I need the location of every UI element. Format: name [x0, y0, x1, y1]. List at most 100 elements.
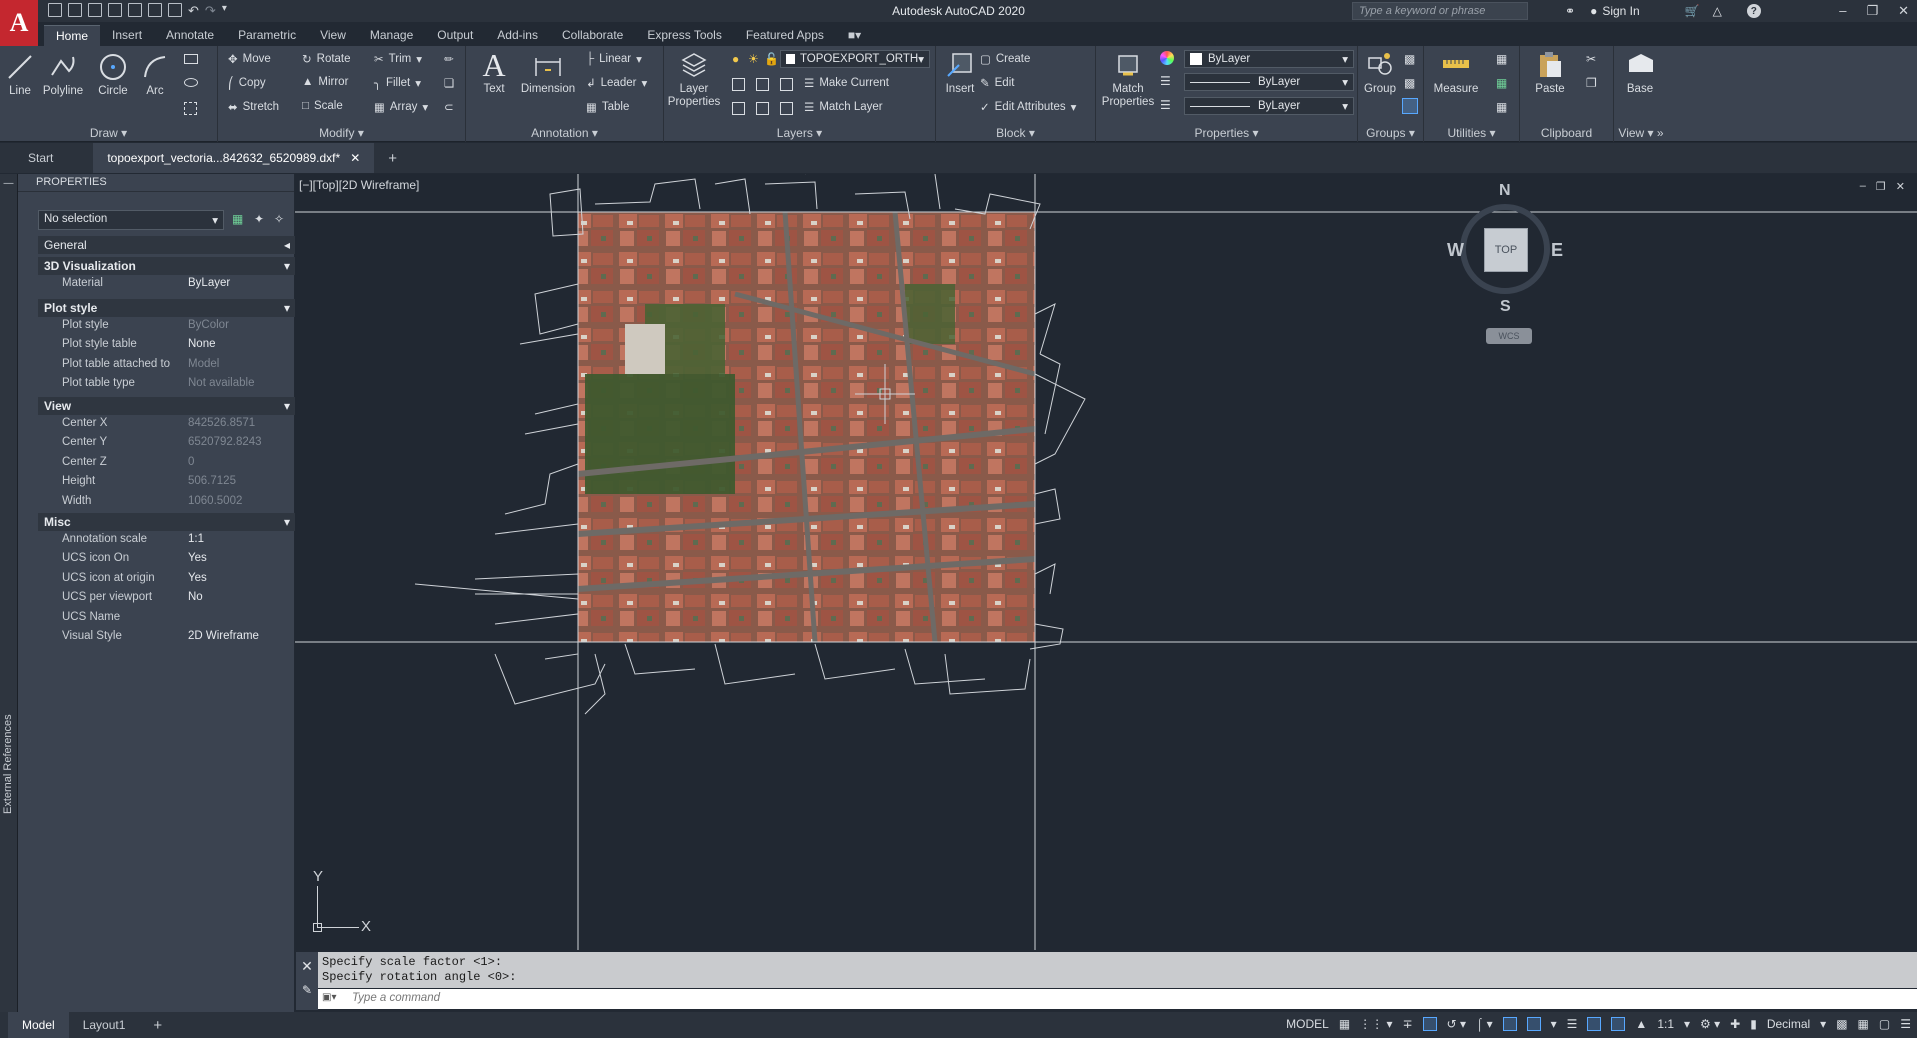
- snap-mode-icon[interactable]: ⋮⋮ ▾: [1359, 1017, 1392, 1031]
- annotation-visibility-icon[interactable]: [1587, 1017, 1602, 1031]
- layer-tool-3-icon[interactable]: [780, 78, 793, 91]
- viewcube-west-label[interactable]: W: [1447, 240, 1464, 261]
- array-button[interactable]: ▦ Array ▾: [374, 100, 428, 114]
- leader-button[interactable]: ↲ Leader ▾: [586, 76, 647, 90]
- move-button[interactable]: ✥ Move: [228, 52, 271, 66]
- scale-button[interactable]: □ Scale: [302, 100, 343, 112]
- infer-constraints-icon[interactable]: ∓: [1403, 1017, 1413, 1031]
- polyline-button[interactable]: Polyline: [40, 52, 86, 98]
- group-button[interactable]: Group: [1362, 50, 1398, 96]
- quick-calc-icon[interactable]: ▦: [1496, 52, 1507, 66]
- save-as-icon[interactable]: [108, 3, 122, 17]
- create-block-button[interactable]: ▢ Create: [980, 52, 1030, 66]
- tab-view[interactable]: View: [308, 25, 358, 45]
- arc-button[interactable]: Arc: [140, 52, 170, 98]
- clean-screen-icon[interactable]: ▢: [1879, 1017, 1890, 1031]
- property-row[interactable]: Visual Style 2D Wireframe: [38, 628, 296, 647]
- units-icon[interactable]: ▮: [1750, 1017, 1757, 1031]
- object-snap-icon[interactable]: [1526, 1017, 1541, 1031]
- units-value[interactable]: Decimal: [1767, 1017, 1810, 1031]
- draw-panel-title[interactable]: Draw ▾: [0, 126, 217, 140]
- model-space-button[interactable]: MODEL: [1286, 1017, 1329, 1031]
- ellipse-icon[interactable]: [184, 78, 198, 87]
- layer-tool-4-icon[interactable]: [732, 102, 745, 115]
- tab-manage[interactable]: Manage: [358, 25, 425, 45]
- layers-panel-title[interactable]: Layers ▾: [664, 126, 935, 140]
- rectangle-icon[interactable]: [184, 54, 198, 64]
- select-all-icon[interactable]: ▦: [1496, 76, 1507, 90]
- section-misc[interactable]: Misc ▾: [38, 513, 296, 531]
- mirror-button[interactable]: ▲ Mirror: [302, 76, 348, 88]
- fillet-button[interactable]: ╮ Fillet ▾: [374, 76, 421, 90]
- hatch-icon[interactable]: [184, 102, 197, 115]
- tab-express-tools[interactable]: Express Tools: [635, 25, 733, 45]
- explode-button[interactable]: ❏: [444, 76, 454, 90]
- property-row[interactable]: Plot style table None: [38, 336, 296, 355]
- layer-lock-icon[interactable]: 🔓: [764, 52, 779, 66]
- close-tab-icon[interactable]: ✕: [350, 151, 360, 165]
- lineweight-toggle-icon[interactable]: ☰: [1567, 1017, 1578, 1031]
- lineweight-dropdown[interactable]: ByLayer ▾: [1184, 97, 1354, 115]
- id-point-icon[interactable]: ▦: [1496, 100, 1507, 114]
- layer-freeze-icon[interactable]: ☀: [748, 52, 759, 66]
- block-panel-title[interactable]: Block ▾: [936, 126, 1095, 140]
- undo-icon[interactable]: ↶: [188, 3, 199, 19]
- layer-dropdown[interactable]: TOPOEXPORT_ORTH ▾: [780, 50, 930, 68]
- measure-button[interactable]: Measure: [1430, 50, 1482, 96]
- sign-in-button[interactable]: ⚭ ● Sign In 🛒 △ ?: [1565, 4, 1761, 18]
- application-menu-button[interactable]: A: [0, 0, 38, 46]
- tab-parametric[interactable]: Parametric: [226, 25, 308, 45]
- linear-button[interactable]: ├ Linear ▾: [586, 52, 642, 66]
- auto-scale-icon[interactable]: [1611, 1017, 1626, 1031]
- tab-layout1[interactable]: Layout1: [69, 1012, 140, 1038]
- tab-home[interactable]: Home: [44, 24, 101, 46]
- tab-model[interactable]: Model: [8, 1012, 69, 1038]
- circle-button[interactable]: Circle: [94, 52, 132, 98]
- stretch-button[interactable]: ⬌ Stretch: [228, 100, 279, 114]
- customization-menu-icon[interactable]: ☰: [1900, 1017, 1911, 1031]
- new-file-icon[interactable]: [48, 3, 62, 17]
- restore-icon[interactable]: ❐: [1866, 3, 1878, 19]
- help-icon[interactable]: ?: [1746, 4, 1761, 18]
- match-properties-button[interactable]: Match Properties: [1100, 50, 1156, 109]
- quick-properties-icon[interactable]: ▩: [1836, 1017, 1847, 1031]
- edit-attributes-button[interactable]: ✓ Edit Attributes ▾: [980, 100, 1076, 114]
- tab-add-ins[interactable]: Add-ins: [485, 25, 550, 45]
- select-objects-icon[interactable]: ✦: [254, 212, 264, 226]
- section-view[interactable]: View ▾: [38, 397, 296, 415]
- trim-button[interactable]: ✂ Trim ▾: [374, 52, 422, 66]
- copy-clip-icon[interactable]: ❐: [1586, 76, 1597, 90]
- command-line-customize-icon[interactable]: ✎: [296, 983, 318, 997]
- paste-button[interactable]: Paste: [1530, 50, 1570, 96]
- property-row[interactable]: Height 506.7125: [38, 473, 296, 492]
- command-prompt-icon[interactable]: ▣▾: [322, 992, 336, 1003]
- selection-dropdown[interactable]: No selection ▾: [38, 210, 224, 230]
- viewcube-top-face[interactable]: TOP: [1484, 228, 1528, 272]
- property-row[interactable]: Center X 842526.8571: [38, 415, 296, 434]
- tab-insert[interactable]: Insert: [100, 25, 154, 45]
- grid-icon[interactable]: ▦: [1339, 1017, 1350, 1031]
- utilities-panel-title[interactable]: Utilities ▾: [1424, 126, 1519, 140]
- quick-select-icon[interactable]: ✧: [274, 212, 284, 226]
- property-row[interactable]: Plot style ByColor: [38, 317, 296, 336]
- tab-output[interactable]: Output: [425, 25, 485, 45]
- open-file-icon[interactable]: [68, 3, 82, 17]
- layer-on-icon[interactable]: ●: [732, 52, 739, 66]
- tab-drawing-file[interactable]: topoexport_vectoria...842632_6520989.dxf…: [93, 143, 375, 173]
- groups-panel-title[interactable]: Groups ▾: [1358, 126, 1423, 140]
- customize-qat-icon[interactable]: ▾: [222, 3, 227, 19]
- layer-properties-button[interactable]: Layer Properties: [668, 50, 720, 109]
- ortho-mode-icon[interactable]: [1422, 1017, 1437, 1031]
- polar-tracking-icon[interactable]: ↺ ▾: [1447, 1017, 1466, 1031]
- isometric-icon[interactable]: ⌠ ▾: [1476, 1017, 1493, 1031]
- edit-block-button[interactable]: ✎ Edit: [980, 76, 1014, 90]
- workspace-gear-icon[interactable]: ⚙ ▾: [1700, 1017, 1720, 1031]
- tab-collaborate[interactable]: Collaborate: [550, 25, 635, 45]
- section-3d-visualization[interactable]: 3D Visualization ▾: [38, 257, 296, 275]
- layer-tool-5-icon[interactable]: [756, 102, 769, 115]
- line-button[interactable]: Line: [4, 52, 36, 98]
- clipboard-panel-title[interactable]: Clipboard: [1520, 126, 1613, 140]
- command-input[interactable]: ▣▾ Type a command: [318, 989, 1917, 1009]
- add-layout-button[interactable]: +: [139, 1012, 176, 1038]
- linetype-dropdown[interactable]: ByLayer ▾: [1184, 73, 1354, 91]
